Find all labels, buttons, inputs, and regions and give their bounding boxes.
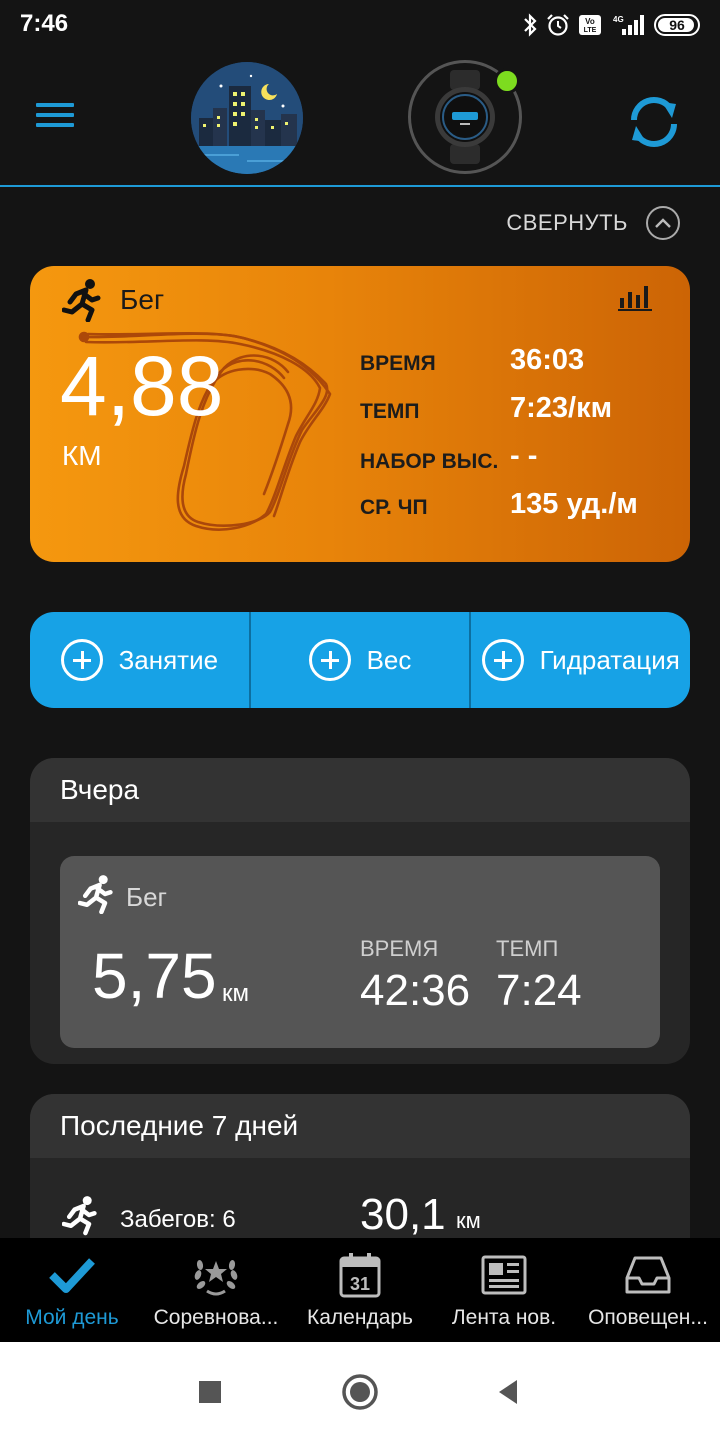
status-bar: 7:46 Vo LTE 4G 96 (0, 0, 720, 52)
chevron-up-icon (646, 206, 680, 240)
svg-text:4G: 4G (613, 15, 624, 24)
stat-value-pace: 7:23/км (510, 392, 613, 424)
running-icon (62, 1196, 97, 1236)
yesterday-time-value: 42:36 (360, 966, 471, 1015)
add-hydration-button[interactable]: Гидратация (469, 612, 690, 708)
battery-level: 96 (669, 17, 685, 33)
nav-challenges[interactable]: Соревнова... (144, 1238, 288, 1342)
bluetooth-icon (522, 13, 538, 37)
stat-label-heart-rate: СР. ЧП (360, 496, 428, 519)
yesterday-pace-value: 7:24 (496, 966, 582, 1015)
yesterday-activity-type: Бег (126, 882, 168, 912)
home-circle-icon (342, 1374, 378, 1410)
runs-count: Забегов: 6 (120, 1206, 236, 1233)
back-button[interactable] (488, 1372, 528, 1412)
running-icon (62, 279, 101, 322)
menu-line (36, 113, 74, 117)
yesterday-header: Вчера (30, 758, 690, 822)
sync-icon (631, 97, 677, 147)
system-nav-bar (0, 1342, 720, 1440)
quick-add-bar: Занятие Вес Гидратация (30, 612, 690, 708)
plus-circle-icon (60, 639, 103, 681)
calendar-day: 31 (350, 1274, 370, 1294)
stat-label-time: ВРЕМЯ (360, 352, 436, 375)
yesterday-time-label: ВРЕМЯ (360, 936, 439, 961)
recents-button[interactable] (190, 1372, 230, 1412)
stat-label-pace: ТЕМП (360, 400, 420, 423)
inbox-icon (623, 1250, 673, 1300)
signal-4g-icon: 4G (610, 13, 646, 37)
home-button[interactable] (340, 1372, 380, 1412)
sync-button[interactable] (622, 90, 686, 154)
nav-my-day[interactable]: Мой день (0, 1238, 144, 1342)
collapse-label: СВЕРНУТЬ (506, 210, 628, 235)
nav-newsfeed-label: Лента нов. (451, 1306, 557, 1329)
add-activity-button[interactable]: Занятие (30, 612, 249, 708)
week-distance-unit: км (456, 1208, 481, 1233)
nav-my-day-label: Мой день (25, 1306, 119, 1329)
hamburger-menu-icon (36, 103, 74, 107)
nav-challenges-label: Соревнова... (153, 1306, 279, 1329)
bar-chart-icon[interactable] (618, 282, 652, 312)
add-weight-label: Вес (366, 644, 412, 675)
nav-notifications[interactable]: Оповещен... (576, 1238, 720, 1342)
checkmark-icon (47, 1250, 97, 1300)
yesterday-card: Вчера Бег 5,75 км ВРЕМЯ 42:36 ТЕМП 7:24 (30, 758, 690, 1064)
avatar[interactable] (191, 62, 303, 174)
stat-value-time: 36:03 (510, 344, 585, 376)
back-triangle-icon (499, 1380, 517, 1404)
yesterday-activity-card[interactable]: Бег 5,75 км ВРЕМЯ 42:36 ТЕМП 7:24 (60, 856, 660, 1048)
calendar-icon: 31 (335, 1250, 385, 1300)
nav-calendar[interactable]: 31 Календарь (288, 1238, 432, 1342)
device-status-dot (494, 68, 520, 94)
square-icon (199, 1381, 221, 1403)
last-7-days-title: Последние 7 дней (60, 1110, 299, 1141)
yesterday-distance-unit: км (222, 980, 249, 1007)
smartwatch-icon (435, 70, 495, 164)
activity-type: Бег (120, 284, 165, 315)
yesterday-distance: 5,75 (92, 940, 217, 1012)
stat-value-heart-rate: 135 уд./м (510, 488, 638, 520)
yesterday-pace-label: ТЕМП (496, 936, 559, 961)
laurel-icon (191, 1250, 241, 1300)
battery-icon: 96 (654, 14, 700, 36)
last-activity-card[interactable]: Бег 4,88 КМ ВРЕМЯ 36:03 ТЕМП 7:23/км НАБ… (30, 266, 690, 562)
add-weight-button[interactable]: Вес (248, 612, 470, 708)
stat-label-elevation: НАБОР ВЫС. (360, 450, 499, 473)
activity-distance-unit: КМ (62, 440, 102, 471)
stat-value-elevation: - - (510, 440, 538, 472)
bottom-nav: Мой день Соревнова... 31 Календарь Лента… (0, 1238, 720, 1342)
nav-calendar-label: Календарь (307, 1306, 413, 1329)
app-header (0, 52, 720, 186)
nav-notifications-label: Оповещен... (588, 1306, 708, 1329)
header-divider (0, 185, 720, 187)
volte-icon: Vo LTE (578, 13, 602, 37)
status-icons: Vo LTE 4G 96 (522, 12, 700, 38)
running-icon (78, 875, 113, 914)
city-night-avatar-icon (191, 62, 303, 174)
add-activity-label: Занятие (118, 644, 219, 675)
newsfeed-icon (479, 1250, 529, 1300)
collapse-toggle[interactable]: СВЕРНУТЬ (506, 206, 680, 240)
svg-text:Vo: Vo (585, 17, 595, 26)
alarm-icon (546, 13, 570, 37)
last-7-days-header: Последние 7 дней (30, 1094, 690, 1158)
activity-distance: 4,88 (60, 339, 224, 433)
week-distance: 30,1 (360, 1190, 446, 1239)
app-screen: 7:46 Vo LTE 4G 96 СВЕРНУТЬ Бег 4,88 КМ В… (0, 0, 720, 1440)
menu-button[interactable] (30, 97, 82, 137)
plus-circle-icon (308, 639, 351, 681)
nav-newsfeed[interactable]: Лента нов. (432, 1238, 576, 1342)
plus-circle-icon (481, 639, 524, 681)
status-time: 7:46 (20, 10, 69, 37)
add-hydration-label: Гидратация (539, 644, 680, 675)
menu-line (36, 123, 74, 127)
yesterday-title: Вчера (60, 774, 140, 805)
svg-text:LTE: LTE (584, 27, 597, 34)
